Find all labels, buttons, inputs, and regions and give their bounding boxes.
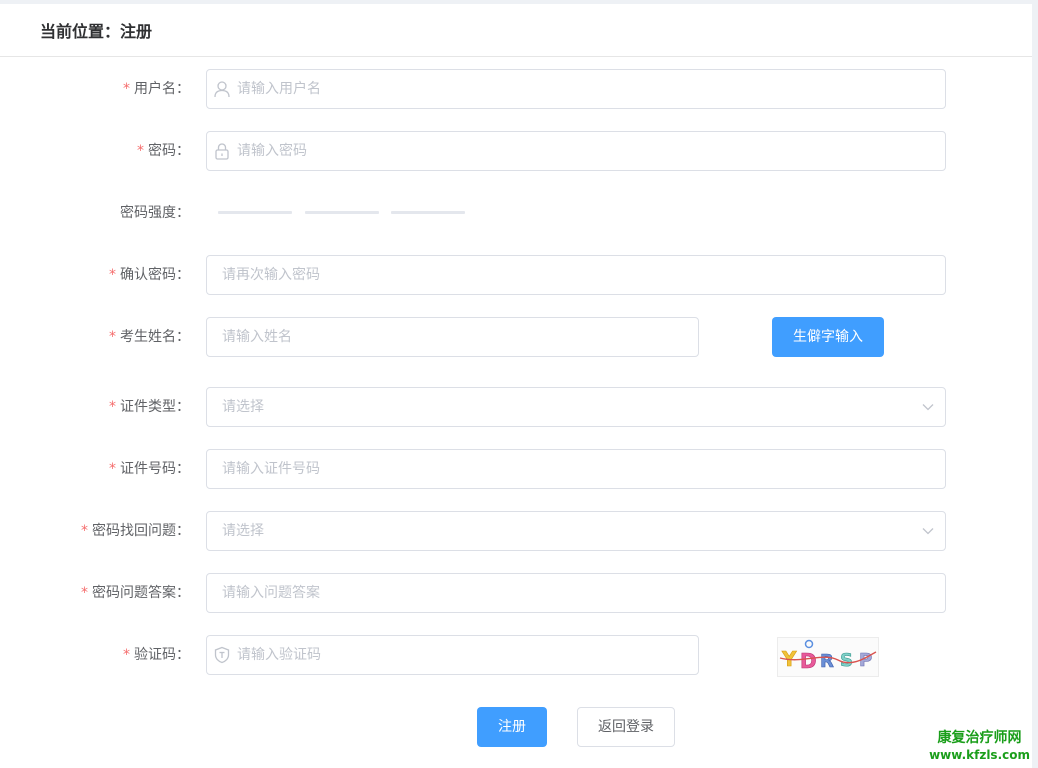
id-number-input[interactable]: 请输入证件号码 [206,449,946,489]
confirm-password-label: * 确认密码： [109,267,190,283]
question-row: * 密码找回问题： 请选择 [0,511,1032,551]
user-icon [214,81,230,98]
strength-bar-medium [305,211,379,214]
question-placeholder: 请选择 [222,523,264,539]
captcha-row: * 验证码： 请输入验证码 Y D R S P [0,635,1032,677]
id-type-label: * 证件类型： [109,399,190,415]
required-mark: * [109,267,116,283]
id-number-label: * 证件号码： [109,461,190,477]
register-button[interactable]: 注册 [477,707,547,747]
name-placeholder: 请输入姓名 [222,329,292,345]
register-panel: 当前位置：注册 *用户名： 请输入用户名 *密码： 请输入密码 密码强度： [0,4,1032,768]
captcha-label: * 验证码： [123,647,190,663]
id-type-row: * 证件类型： 请选择 [0,387,1032,427]
password-input[interactable]: 请输入密码 [206,131,946,171]
answer-row: * 密码问题答案： 请输入问题答案 [0,573,1032,613]
back-to-login-button[interactable]: 返回登录 [577,707,675,747]
answer-placeholder: 请输入问题答案 [222,585,320,601]
password-label: * 密码： [137,143,190,159]
confirm-password-placeholder: 请再次输入密码 [222,267,320,283]
required-mark: * [81,585,88,601]
name-row: * 考生姓名： 请输入姓名 生僻字输入 [0,317,1032,357]
strength-bar-weak [218,211,292,214]
username-row: * 用户名： 请输入用户名 [0,69,1032,109]
chevron-down-icon [922,404,934,411]
required-mark: * [137,143,144,159]
required-mark: * [123,81,130,97]
captcha-picture: Y D R S P [778,638,878,676]
required-mark: * [109,399,116,415]
captcha-input[interactable]: 请输入验证码 [206,635,699,675]
password-row: * 密码： 请输入密码 [0,131,1032,171]
shield-icon [214,646,230,664]
strength-row: 密码强度： [0,193,1032,233]
captcha-image[interactable]: Y D R S P [777,637,879,677]
lock-icon [215,143,229,160]
breadcrumb: 当前位置：注册 [40,22,153,41]
required-mark: * [109,461,116,477]
watermark-title: 康复治疗师网 [937,730,1022,746]
question-label: * 密码找回问题： [81,523,190,539]
required-mark: * [123,647,130,663]
confirm-password-row: * 确认密码： 请再次输入密码 [0,255,1032,295]
name-label: * 考生姓名： [109,329,190,345]
captcha-placeholder: 请输入验证码 [237,647,321,663]
strength-bar-strong [391,211,465,214]
page-header: 当前位置：注册 [0,4,1032,57]
id-type-select[interactable]: 请选择 [206,387,946,427]
question-select[interactable]: 请选择 [206,511,946,551]
answer-input[interactable]: 请输入问题答案 [206,573,946,613]
id-number-row: * 证件号码： 请输入证件号码 [0,449,1032,489]
svg-text:S: S [840,650,853,671]
username-placeholder: 请输入用户名 [237,81,321,97]
watermark: 康复治疗师网 www.kfzls.com [929,730,1030,764]
username-input[interactable]: 请输入用户名 [206,69,946,109]
confirm-password-input[interactable]: 请再次输入密码 [206,255,946,295]
rare-char-input-button[interactable]: 生僻字输入 [772,317,884,357]
name-input[interactable]: 请输入姓名 [206,317,699,357]
id-number-placeholder: 请输入证件号码 [222,461,320,477]
svg-text:D: D [800,649,817,673]
svg-text:R: R [820,651,834,672]
required-mark: * [109,329,116,345]
id-type-placeholder: 请选择 [222,399,264,415]
chevron-down-icon [922,528,934,535]
watermark-url: www.kfzls.com [929,748,1030,762]
username-label: * 用户名： [123,81,190,97]
strength-label: 密码强度： [120,205,190,221]
password-placeholder: 请输入密码 [237,143,307,159]
required-mark: * [81,523,88,539]
answer-label: * 密码问题答案： [81,585,190,601]
